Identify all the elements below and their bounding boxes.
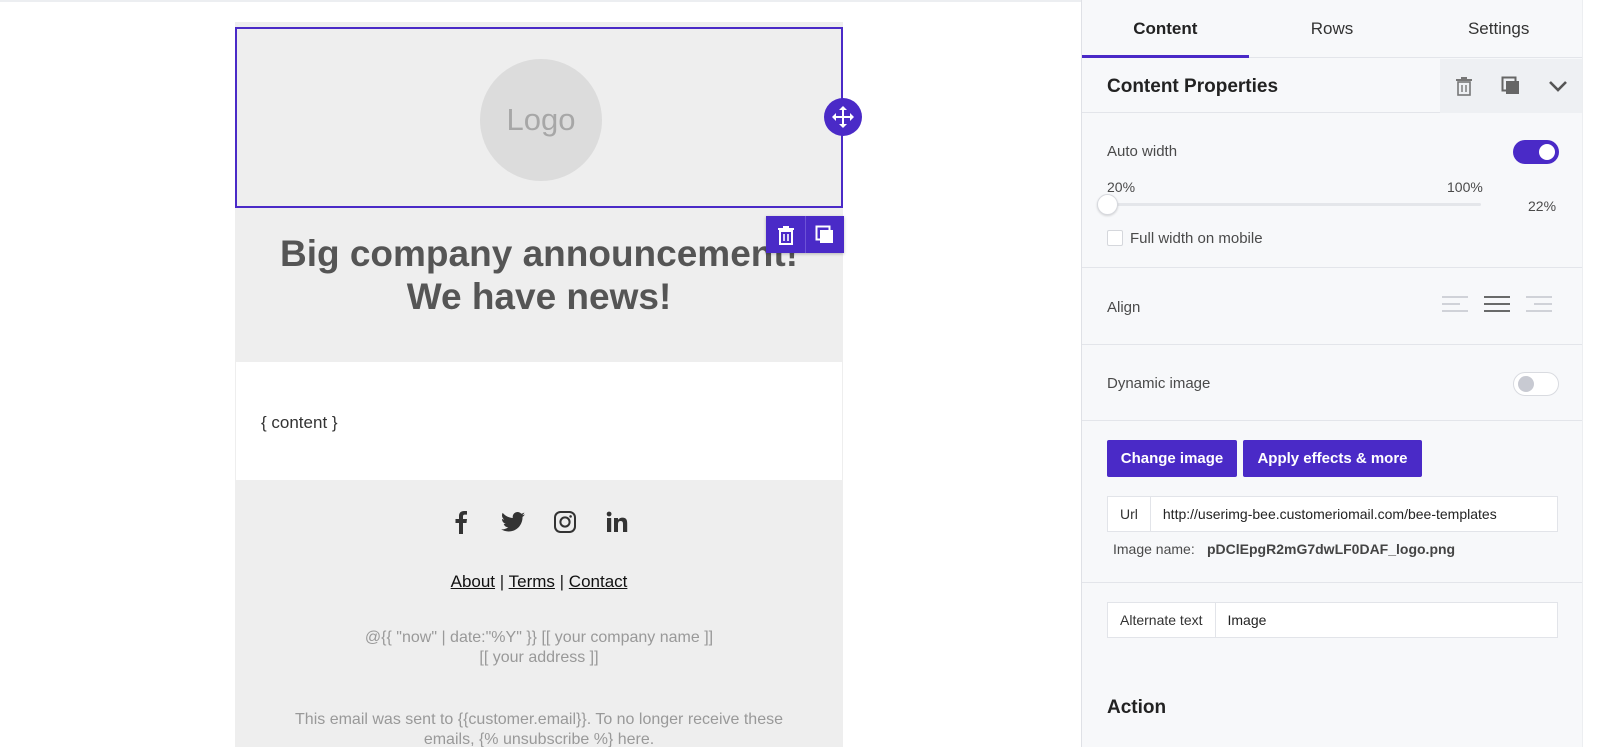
toggle-knob — [1539, 144, 1555, 160]
sidebar-tabs: Content Rows Settings — [1082, 0, 1582, 58]
address-line-1: @{{ "now" | date:"%Y" }} [[ your company… — [364, 629, 714, 646]
headline-line-1: Big company announcement! — [279, 233, 799, 274]
move-arrows-icon — [832, 106, 854, 128]
section-divider — [1082, 582, 1582, 583]
facebook-icon[interactable] — [446, 507, 476, 537]
width-value: 22% — [1528, 198, 1557, 214]
twitter-icon[interactable] — [498, 507, 528, 537]
align-right-icon — [1526, 296, 1552, 312]
slider-min-label: 20% — [1107, 179, 1136, 195]
properties-actions — [1440, 59, 1582, 113]
scrollbar-gutter[interactable] — [1582, 0, 1600, 747]
logo-placeholder[interactable]: Logo — [480, 59, 602, 181]
trash-icon — [1455, 77, 1472, 96]
width-slider-track[interactable] — [1107, 203, 1481, 206]
logo-text: Logo — [506, 102, 576, 137]
section-divider — [1082, 344, 1582, 345]
url-label: Url — [1108, 497, 1151, 531]
image-name-value: pDClEpgR2mG7dwLF0DAF_logo.png — [1207, 541, 1456, 557]
trash-icon — [777, 225, 794, 245]
content-row[interactable]: { content } — [236, 362, 842, 480]
email-template: Logo Big company announcement! We have n… — [235, 22, 843, 747]
width-slider-thumb[interactable] — [1097, 194, 1118, 215]
unsubscribe-line-1: This email was sent to {{customer.email}… — [295, 711, 783, 728]
logo-row-selected[interactable]: Logo — [235, 27, 843, 208]
about-link[interactable]: About — [451, 572, 495, 591]
align-options — [1441, 294, 1553, 314]
tab-settings[interactable]: Settings — [1415, 0, 1582, 57]
change-image-button[interactable]: Change image — [1107, 440, 1237, 477]
footer-links: About | Terms | Contact — [235, 572, 843, 592]
linkedin-icon[interactable] — [602, 507, 632, 537]
editor-canvas: Logo Big company announcement! We have n… — [0, 0, 1081, 747]
full-width-mobile-checkbox[interactable] — [1107, 230, 1123, 246]
url-field: Url http://userimg-bee.customeriomail.co… — [1107, 496, 1558, 532]
terms-link[interactable]: Terms — [509, 572, 555, 591]
image-name-label: Image name: — [1113, 541, 1195, 557]
align-center-icon — [1484, 296, 1510, 312]
headline-line-2: We have news! — [406, 276, 672, 317]
align-right-button[interactable] — [1525, 294, 1553, 314]
contact-link[interactable]: Contact — [569, 572, 628, 591]
duplicate-icon — [815, 225, 833, 243]
properties-title: Content Properties — [1107, 76, 1279, 97]
section-divider — [1082, 267, 1582, 268]
apply-effects-button[interactable]: Apply effects & more — [1243, 440, 1422, 477]
align-center-button[interactable] — [1483, 294, 1511, 314]
canvas-top-border — [0, 0, 1081, 2]
tab-rows[interactable]: Rows — [1249, 0, 1416, 57]
footer-address: @{{ "now" | date:"%Y" }} [[ your company… — [235, 628, 843, 668]
auto-width-toggle[interactable] — [1513, 140, 1559, 164]
delete-content-button[interactable] — [1440, 59, 1487, 113]
move-handle[interactable] — [824, 98, 862, 136]
unsubscribe-line-2: emails, {% unsubscribe %} here. — [423, 731, 655, 747]
unsubscribe-text: This email was sent to {{customer.email}… — [235, 710, 843, 747]
duplicate-block-button[interactable] — [805, 216, 844, 253]
dynamic-image-toggle[interactable] — [1513, 372, 1559, 396]
content-properties-header: Content Properties — [1082, 59, 1582, 113]
action-section-title: Action — [1107, 697, 1167, 718]
social-icons[interactable] — [235, 507, 843, 537]
block-toolbar — [766, 216, 844, 253]
duplicate-icon — [1501, 76, 1519, 94]
align-left-icon — [1442, 296, 1468, 312]
alternate-text-label: Alternate text — [1108, 603, 1216, 637]
alternate-text-input[interactable]: Image — [1216, 603, 1558, 637]
headline[interactable]: Big company announcement! We have news! — [235, 232, 843, 318]
toggle-knob — [1518, 376, 1534, 392]
tab-content[interactable]: Content — [1082, 0, 1249, 58]
align-label: Align — [1107, 299, 1141, 316]
alternate-text-field: Alternate text Image — [1107, 602, 1558, 638]
link-separator: | — [559, 572, 565, 591]
full-width-mobile-label: Full width on mobile — [1130, 230, 1263, 247]
auto-width-label: Auto width — [1107, 143, 1178, 160]
url-input[interactable]: http://userimg-bee.customeriomail.com/be… — [1151, 497, 1557, 531]
collapse-button[interactable] — [1534, 59, 1581, 113]
instagram-icon[interactable] — [550, 507, 580, 537]
dynamic-image-label: Dynamic image — [1107, 375, 1211, 392]
link-separator: | — [499, 572, 505, 591]
section-divider — [1082, 420, 1582, 421]
address-line-2: [[ your address ]] — [479, 649, 599, 666]
delete-block-button[interactable] — [766, 216, 805, 253]
slider-max-label: 100% — [1447, 179, 1483, 195]
chevron-down-icon — [1548, 81, 1567, 92]
content-placeholder: { content } — [261, 413, 338, 432]
align-left-button[interactable] — [1441, 294, 1469, 314]
duplicate-content-button[interactable] — [1487, 59, 1534, 113]
properties-sidebar: Content Rows Settings Content Properties — [1081, 0, 1582, 747]
